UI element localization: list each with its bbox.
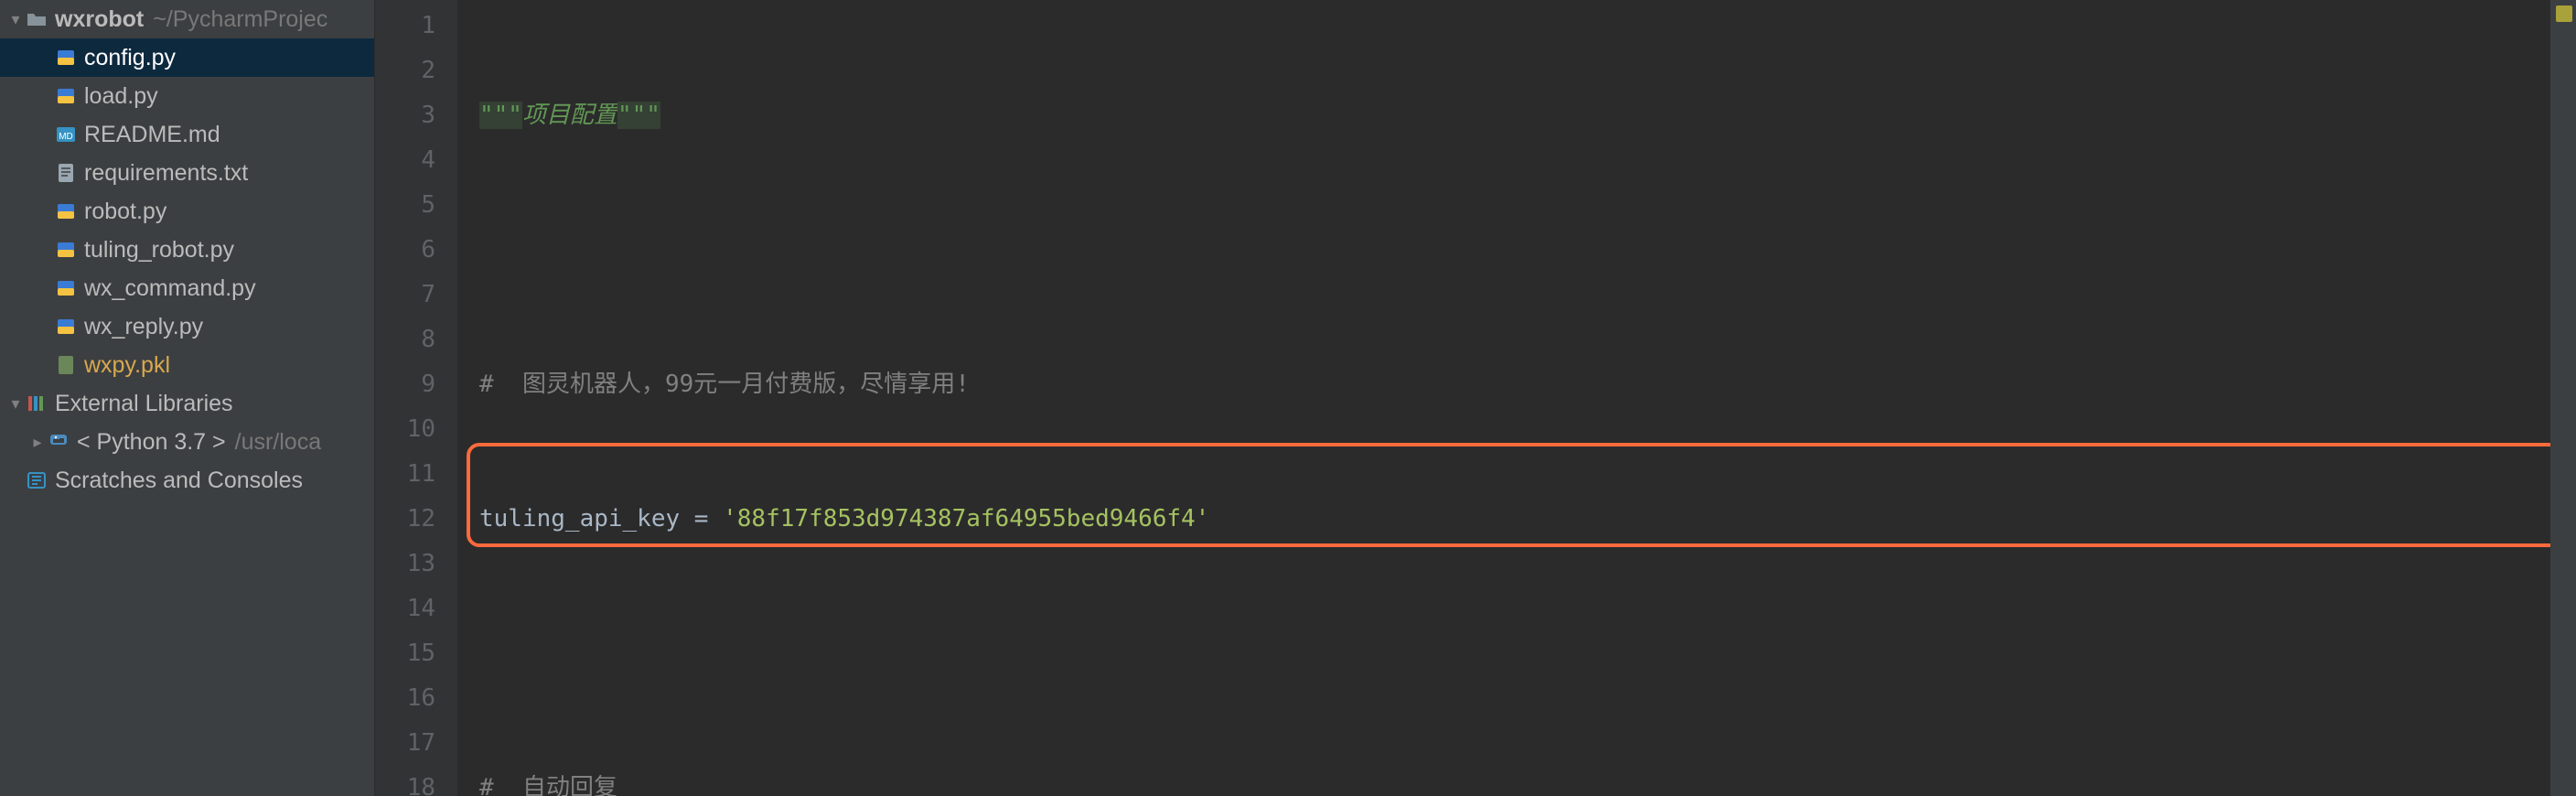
line-number: 1 bbox=[375, 4, 435, 48]
folder-icon bbox=[24, 11, 49, 27]
python-icon bbox=[46, 432, 71, 452]
tree-file-label: tuling_robot.py bbox=[84, 231, 234, 269]
tree-python-env-path: /usr/loca bbox=[235, 423, 321, 461]
line-number: 14 bbox=[375, 586, 435, 631]
tree-file[interactable]: requirements.txt bbox=[0, 154, 374, 192]
line-number: 13 bbox=[375, 542, 435, 586]
py-file-icon bbox=[53, 86, 79, 106]
line-number: 12 bbox=[375, 497, 435, 542]
tree-file[interactable]: load.py bbox=[0, 77, 374, 115]
tree-file-label: load.py bbox=[84, 77, 158, 115]
line-number-gutter[interactable]: 1234567891011121314151617181920 bbox=[375, 0, 457, 796]
tree-root[interactable]: ▾ wxrobot ~/PycharmProjec bbox=[0, 0, 374, 38]
chevron-down-icon: ▾ bbox=[7, 384, 24, 423]
library-icon bbox=[24, 394, 49, 413]
py-file-icon bbox=[53, 201, 79, 221]
line-number: 16 bbox=[375, 676, 435, 721]
line-number: 2 bbox=[375, 48, 435, 93]
line-number: 5 bbox=[375, 183, 435, 228]
pkl-file-icon bbox=[53, 355, 79, 375]
project-tree[interactable]: ▾ wxrobot ~/PycharmProjec config.pyload.… bbox=[0, 0, 375, 796]
tree-file[interactable]: tuling_robot.py bbox=[0, 231, 374, 269]
tree-scratches-label: Scratches and Consoles bbox=[55, 461, 303, 500]
line-number: 15 bbox=[375, 631, 435, 676]
tree-file[interactable]: config.py bbox=[0, 38, 374, 77]
line-number: 17 bbox=[375, 721, 435, 766]
code-editor[interactable]: """项目配置""" # 图灵机器人，99元一月付费版，尽情享用! tuling… bbox=[457, 0, 2550, 796]
tree-root-path: ~/PycharmProjec bbox=[153, 0, 327, 38]
py-file-icon bbox=[53, 240, 79, 260]
line-number: 3 bbox=[375, 93, 435, 138]
chevron-right-icon: ▸ bbox=[29, 423, 46, 461]
py-file-icon bbox=[53, 48, 79, 68]
py-file-icon bbox=[53, 278, 79, 298]
tree-file[interactable]: MD README.md bbox=[0, 115, 374, 154]
tree-file-label: wxpy.pkl bbox=[84, 346, 170, 384]
svg-text:MD: MD bbox=[59, 132, 73, 142]
py-file-icon bbox=[53, 317, 79, 337]
line-number: 10 bbox=[375, 407, 435, 452]
chevron-down-icon: ▾ bbox=[7, 0, 24, 38]
code-line bbox=[457, 631, 2550, 676]
tree-file[interactable]: wx_reply.py bbox=[0, 307, 374, 346]
editor-scrollbar[interactable] bbox=[2550, 0, 2576, 796]
line-number: 6 bbox=[375, 228, 435, 273]
line-number: 9 bbox=[375, 362, 435, 407]
tree-scratches[interactable]: Scratches and Consoles bbox=[0, 461, 374, 500]
tree-file-label: requirements.txt bbox=[84, 154, 248, 192]
tree-file-label: wx_reply.py bbox=[84, 307, 203, 346]
tree-root-name: wxrobot bbox=[55, 0, 144, 38]
line-number: 8 bbox=[375, 317, 435, 362]
tree-file-label: wx_command.py bbox=[84, 269, 256, 307]
code-line: """项目配置""" bbox=[457, 93, 2550, 138]
code-line: # 图灵机器人，99元一月付费版，尽情享用! bbox=[457, 362, 2550, 407]
line-number: 18 bbox=[375, 766, 435, 796]
line-number: 7 bbox=[375, 273, 435, 317]
code-line: tuling_api_key = '88f17f853d974387af6495… bbox=[457, 497, 2550, 542]
tree-file[interactable]: wx_command.py bbox=[0, 269, 374, 307]
line-number: 4 bbox=[375, 138, 435, 183]
txt-file-icon bbox=[53, 163, 79, 183]
tree-file-label: config.py bbox=[84, 38, 176, 77]
tree-file-label: README.md bbox=[84, 115, 220, 154]
tree-ext-lib-label: External Libraries bbox=[55, 384, 233, 423]
code-line: # 自动回复 bbox=[457, 766, 2550, 796]
tree-file-label: robot.py bbox=[84, 192, 166, 231]
tree-python-env-label: < Python 3.7 > bbox=[77, 423, 226, 461]
tree-external-libraries[interactable]: ▾ External Libraries bbox=[0, 384, 374, 423]
tree-file[interactable]: robot.py bbox=[0, 192, 374, 231]
md-file-icon: MD bbox=[53, 125, 79, 144]
code-line bbox=[457, 228, 2550, 273]
line-number: 11 bbox=[375, 452, 435, 497]
warning-indicator-icon bbox=[2556, 5, 2572, 22]
tree-python-env[interactable]: ▸ < Python 3.7 > /usr/loca bbox=[0, 423, 374, 461]
tree-file[interactable]: wxpy.pkl bbox=[0, 346, 374, 384]
scratch-icon bbox=[24, 471, 49, 489]
